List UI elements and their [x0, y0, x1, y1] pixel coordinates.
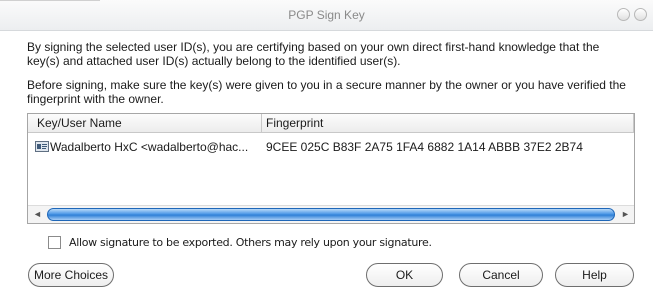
title-bar[interactable]: PGP Sign Key [0, 0, 653, 31]
key-user-icon [35, 141, 49, 152]
key-user-cell: Wadalberto HxC <wadalberto@hac... [35, 138, 248, 156]
scroll-left-icon[interactable]: ◄ [31, 208, 44, 221]
scroll-right-icon[interactable]: ► [619, 208, 632, 221]
allow-export-checkbox[interactable] [48, 236, 61, 249]
key-user-name: Wadalberto HxC <wadalberto@hac... [50, 140, 249, 154]
key-list[interactable]: Key/User Name Fingerprint Wadalberto HxC… [27, 113, 635, 224]
signing-warning: Before signing, make sure the key(s) wer… [27, 78, 626, 106]
horizontal-scrollbar[interactable]: ◄ ► [28, 205, 634, 223]
cancel-button[interactable]: Cancel [459, 263, 543, 287]
key-list-row[interactable]: Wadalberto HxC <wadalberto@hac... 9CEE 0… [28, 138, 634, 156]
allow-export-label[interactable]: Allow signature to be exported. Others m… [69, 236, 432, 249]
column-header-fingerprint[interactable]: Fingerprint [262, 114, 634, 133]
column-header-key-user-name[interactable]: Key/User Name [28, 114, 262, 133]
minimize-icon[interactable] [617, 8, 630, 21]
key-fingerprint: 9CEE 025C B83F 2A75 1FA4 6882 1A14 ABBB … [266, 140, 583, 154]
ok-button[interactable]: OK [366, 263, 443, 287]
window-title: PGP Sign Key [288, 8, 365, 22]
pgp-sign-key-dialog: PGP Sign Key By signing the selected use… [0, 0, 653, 299]
help-button[interactable]: Help [555, 263, 634, 287]
signing-description: By signing the selected user ID(s), you … [27, 40, 600, 68]
more-choices-button[interactable]: More Choices [28, 263, 114, 287]
close-icon[interactable] [634, 8, 647, 21]
scroll-thumb[interactable] [47, 208, 615, 221]
